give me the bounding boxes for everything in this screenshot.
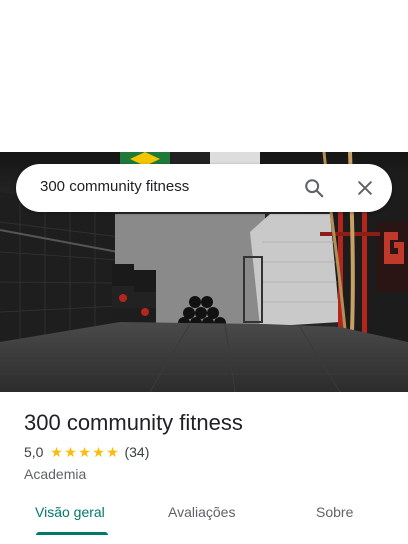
tab-reviews[interactable]: Avaliações bbox=[168, 504, 235, 520]
place-tabs: Visão geral Avaliações Sobre bbox=[0, 496, 408, 536]
star-icon: ★ bbox=[50, 444, 63, 460]
close-icon bbox=[358, 181, 372, 195]
tab-overview[interactable]: Visão geral bbox=[35, 504, 105, 520]
star-icon: ★ bbox=[64, 444, 77, 460]
map-area bbox=[0, 0, 408, 152]
star-icon: ★ bbox=[78, 444, 91, 460]
place-category[interactable]: Academia bbox=[24, 464, 394, 484]
review-count[interactable]: (34) bbox=[124, 444, 149, 460]
search-button[interactable] bbox=[298, 172, 330, 204]
tab-about[interactable]: Sobre bbox=[316, 504, 353, 520]
star-icon: ★ bbox=[92, 444, 105, 460]
active-tab-indicator bbox=[36, 532, 108, 535]
search-query[interactable]: 300 community fitness bbox=[40, 178, 189, 195]
star-icon: ★ bbox=[106, 444, 119, 460]
place-info: 300 community fitness 5,0 ★ ★ ★ ★ ★ (34)… bbox=[24, 408, 394, 484]
search-icon bbox=[305, 179, 324, 198]
rating-value: 5,0 bbox=[24, 444, 44, 460]
place-name: 300 community fitness bbox=[24, 410, 243, 435]
star-rating: ★ ★ ★ ★ ★ bbox=[49, 445, 119, 459]
rating-row[interactable]: 5,0 ★ ★ ★ ★ ★ (34) bbox=[24, 442, 394, 462]
clear-search-button[interactable] bbox=[349, 172, 381, 204]
search-bar[interactable]: 300 community fitness bbox=[16, 164, 392, 212]
